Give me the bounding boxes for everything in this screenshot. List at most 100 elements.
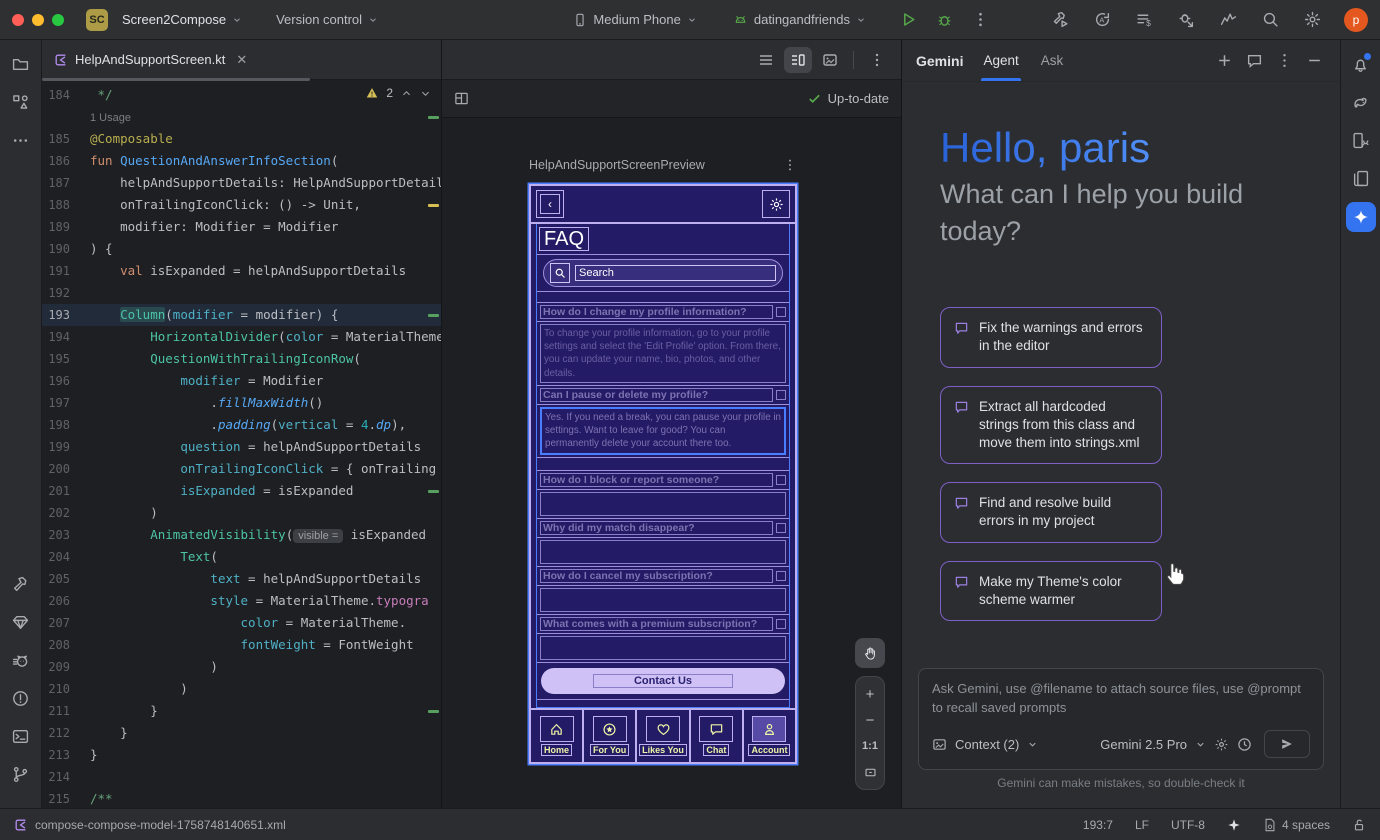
code-line[interactable]: 206 style = MaterialTheme.typogra — [42, 590, 441, 612]
profiler-icon[interactable] — [1214, 6, 1242, 34]
code-line[interactable]: 192 — [42, 282, 441, 304]
maximize-window-icon[interactable] — [52, 14, 64, 26]
code-area[interactable]: 2 184 */1 Usage185@Composable186fun Ques… — [42, 80, 441, 808]
close-tab-icon[interactable]: ✕ — [236, 52, 247, 68]
expand-toggle-icon[interactable] — [776, 475, 786, 485]
tab-agent[interactable]: Agent — [981, 40, 1020, 81]
code-line[interactable]: 193 Column(modifier = modifier) { — [42, 304, 441, 326]
terminal-icon[interactable] — [7, 722, 35, 750]
code-line[interactable]: 210 ) — [42, 678, 441, 700]
problems-icon[interactable] — [7, 684, 35, 712]
pan-tool-button[interactable] — [855, 638, 885, 668]
run-button[interactable] — [894, 6, 922, 34]
expand-toggle-icon[interactable] — [776, 571, 786, 581]
gradle-icon[interactable] — [1347, 88, 1375, 116]
device-manager-icon[interactable] — [1347, 126, 1375, 154]
logcat-icon[interactable] — [7, 646, 35, 674]
faq-answer[interactable] — [540, 540, 786, 564]
faq-question[interactable]: How do I cancel my subscription? — [537, 567, 789, 586]
code-line[interactable]: 204 Text( — [42, 546, 441, 568]
inspection-widget[interactable]: 2 — [366, 86, 431, 100]
hide-panel-button[interactable] — [1302, 49, 1326, 73]
code-line[interactable]: 205 text = helpAndSupportDetails — [42, 568, 441, 590]
attach-debugger-icon[interactable] — [1172, 6, 1200, 34]
nav-home[interactable]: Home — [531, 710, 584, 762]
code-line[interactable]: 209 ) — [42, 656, 441, 678]
code-line[interactable]: 200 onTrailingIconClick = { onTrailing — [42, 458, 441, 480]
kebab-menu-icon[interactable] — [783, 158, 797, 172]
code-line[interactable]: 187 helpAndSupportDetails: HelpAndSuppor… — [42, 172, 441, 194]
code-line[interactable]: 203 AnimatedVisibility(visible = isExpan… — [42, 524, 441, 546]
faq-question[interactable]: Why did my match disappear? — [537, 519, 789, 538]
code-line[interactable]: 213} — [42, 744, 441, 766]
code-line[interactable]: 194 HorizontalDivider(color = MaterialTh… — [42, 326, 441, 348]
suggestion-card[interactable]: Fix the warnings and errors in the edito… — [940, 307, 1162, 367]
code-line[interactable]: 211 } — [42, 700, 441, 722]
statusbar-file[interactable]: compose-compose-model-1758748140651.xml — [14, 818, 286, 832]
code-line[interactable]: 199 question = helpAndSupportDetails — [42, 436, 441, 458]
contact-us-button[interactable]: Contact Us — [541, 668, 785, 694]
usage-hint[interactable]: 1 Usage — [90, 112, 131, 124]
vcs-widget[interactable]: Version control — [270, 8, 384, 31]
send-button[interactable] — [1264, 730, 1310, 758]
code-line[interactable]: 189 modifier: Modifier = Modifier — [42, 216, 441, 238]
suggestion-card[interactable]: Find and resolve build errors in my proj… — [940, 482, 1162, 542]
build-run-icon[interactable] — [1046, 6, 1074, 34]
more-tool-windows-icon[interactable] — [7, 126, 35, 154]
nav-account[interactable]: Account — [744, 710, 795, 762]
code-line[interactable]: 190) { — [42, 238, 441, 260]
faq-answer[interactable] — [540, 636, 786, 660]
faq-answer[interactable] — [540, 492, 786, 516]
code-line[interactable]: 188 onTrailingIconClick: () -> Unit, — [42, 194, 441, 216]
suggestion-card[interactable]: Make my Theme's color scheme warmer — [940, 561, 1162, 621]
device-selector[interactable]: Medium Phone — [567, 8, 702, 31]
model-selector[interactable]: Gemini 2.5 Pro — [1100, 737, 1187, 752]
attach-image-icon[interactable] — [932, 737, 947, 752]
code-line[interactable]: 202 ) — [42, 502, 441, 524]
code-line[interactable]: 185@Composable — [42, 128, 441, 150]
code-line[interactable]: 212 } — [42, 722, 441, 744]
preview-name[interactable]: HelpAndSupportScreenPreview — [529, 158, 705, 172]
code-view-button[interactable] — [752, 47, 780, 73]
editor-tab[interactable]: HelpAndSupportScreen.kt ✕ — [42, 40, 259, 79]
prev-warning-icon[interactable] — [401, 88, 412, 99]
nav-chat[interactable]: Chat — [691, 710, 744, 762]
panel-options-button[interactable] — [1272, 49, 1296, 73]
settings-icon[interactable] — [1298, 6, 1326, 34]
gemini-prompt-input[interactable]: Ask Gemini, use @filename to attach sour… — [918, 668, 1324, 770]
suggestion-card[interactable]: Extract all hardcoded strings from this … — [940, 386, 1162, 465]
sync-translate-icon[interactable]: A — [1088, 6, 1116, 34]
file-encoding[interactable]: UTF-8 — [1171, 818, 1205, 832]
phone-preview[interactable]: ‹ FAQ Search — [529, 184, 797, 764]
tab-ask[interactable]: Ask — [1039, 40, 1066, 81]
faq-question[interactable]: What comes with a premium subscription? — [537, 615, 789, 634]
close-window-icon[interactable] — [12, 14, 24, 26]
zoom-out-button[interactable]: − — [856, 707, 884, 733]
faq-answer[interactable]: To change your profile information, go t… — [540, 324, 786, 383]
next-warning-icon[interactable] — [420, 88, 431, 99]
expand-toggle-icon[interactable] — [776, 619, 786, 629]
back-button[interactable]: ‹ — [536, 190, 564, 218]
history-icon[interactable] — [1237, 737, 1252, 752]
search-input[interactable]: Search — [543, 259, 783, 287]
code-usage-hint-row[interactable]: 1 Usage — [42, 106, 441, 128]
running-devices-icon[interactable] — [1347, 164, 1375, 192]
code-line[interactable]: 207 color = MaterialTheme. — [42, 612, 441, 634]
minimize-window-icon[interactable] — [32, 14, 44, 26]
code-line[interactable]: 191 val isExpanded = helpAndSupportDetai… — [42, 260, 441, 282]
layout-mode-icon[interactable] — [454, 91, 469, 106]
code-line[interactable]: 196 modifier = Modifier — [42, 370, 441, 392]
code-line[interactable]: 198 .padding(vertical = 4.dp), — [42, 414, 441, 436]
file-lock-toggle[interactable] — [1352, 818, 1366, 832]
gemini-icon[interactable] — [1346, 202, 1376, 232]
code-line[interactable]: 197 .fillMaxWidth() — [42, 392, 441, 414]
app-quality-insights-icon[interactable] — [7, 608, 35, 636]
todo-list-icon[interactable]: $ — [1130, 6, 1158, 34]
code-line[interactable]: 201 isExpanded = isExpanded — [42, 480, 441, 502]
code-line[interactable]: 186fun QuestionAndAnswerInfoSection( — [42, 150, 441, 172]
build-icon[interactable] — [7, 570, 35, 598]
project-folder-icon[interactable] — [7, 50, 35, 78]
zoom-in-button[interactable]: + — [856, 681, 884, 707]
preview-canvas[interactable]: HelpAndSupportScreenPreview ‹ FAQ — [442, 118, 901, 808]
split-view-button[interactable] — [784, 47, 812, 73]
